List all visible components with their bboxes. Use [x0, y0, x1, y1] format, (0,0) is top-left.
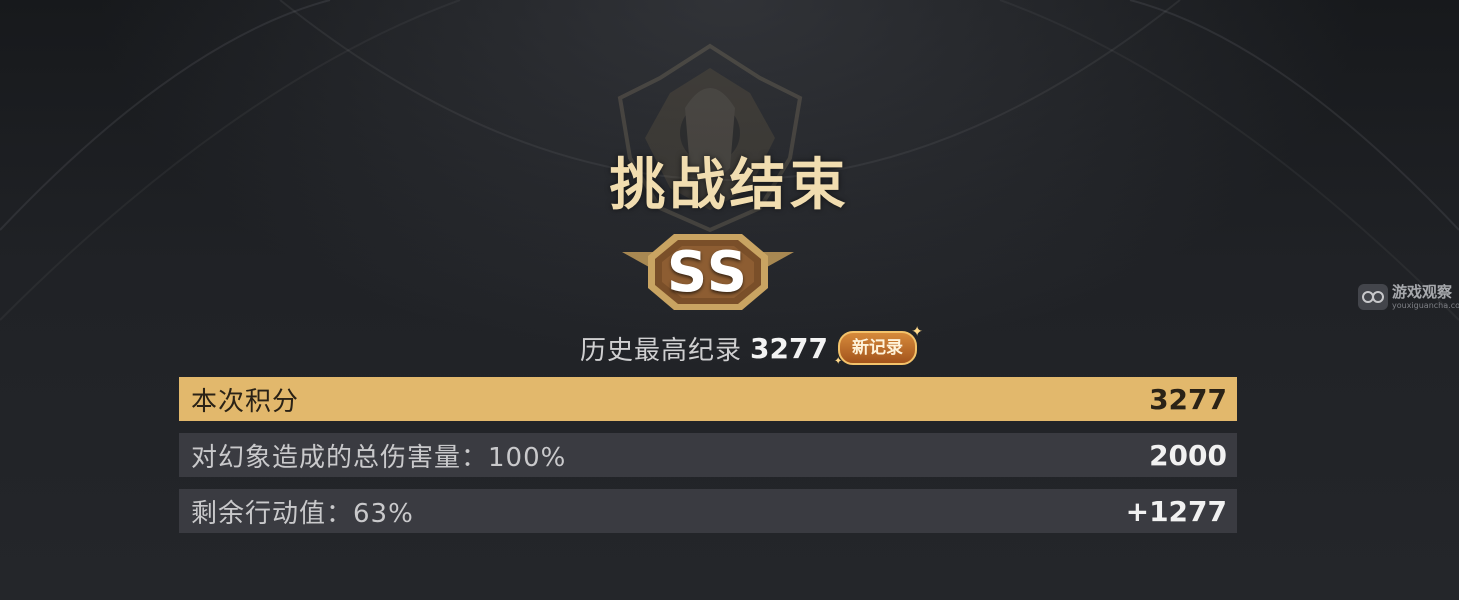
score-row-label: 剩余行动值：63%: [191, 498, 414, 529]
high-score-value: 3277: [750, 331, 828, 365]
high-score-label: 历史最高纪录: [580, 335, 743, 366]
rank-grade: SS: [666, 240, 750, 305]
controller-icon: [1358, 284, 1388, 310]
high-score-record: 历史最高纪录 3277 新记录 ✦ ✦: [580, 325, 923, 368]
score-breakdown: 本次积分 3277 对幻象造成的总伤害量：100% 2000 剩余行动值：63%…: [179, 377, 1237, 545]
score-row-total: 本次积分 3277: [179, 377, 1237, 421]
page-title: 挑战结束: [609, 153, 850, 218]
new-record-badge: 新记录 ✦ ✦: [834, 325, 923, 367]
watermark-title: 游戏观察: [1392, 282, 1453, 301]
score-row-value: +1277: [1125, 494, 1227, 528]
site-watermark: 游戏观察 youxiguancha.com: [1358, 282, 1459, 312]
sparkle-icon: ✦: [911, 324, 923, 340]
score-row-label: 对幻象造成的总伤害量：100%: [191, 442, 567, 473]
watermark-subtitle: youxiguancha.com: [1392, 300, 1459, 310]
score-row-label: 本次积分: [191, 386, 300, 417]
sparkle-icon: ✦: [833, 356, 843, 367]
score-row-value: 3277: [1149, 382, 1227, 416]
score-row-value: 2000: [1149, 438, 1227, 472]
new-record-label: 新记录: [851, 338, 903, 358]
score-row-damage: 对幻象造成的总伤害量：100% 2000: [179, 433, 1237, 477]
challenge-result-screen: 挑战结束 SS 历史最高纪录 3277 新记录 ✦ ✦ 本次积分 3277 对幻…: [0, 0, 1459, 600]
score-row-action-value: 剩余行动值：63% +1277: [179, 489, 1237, 533]
